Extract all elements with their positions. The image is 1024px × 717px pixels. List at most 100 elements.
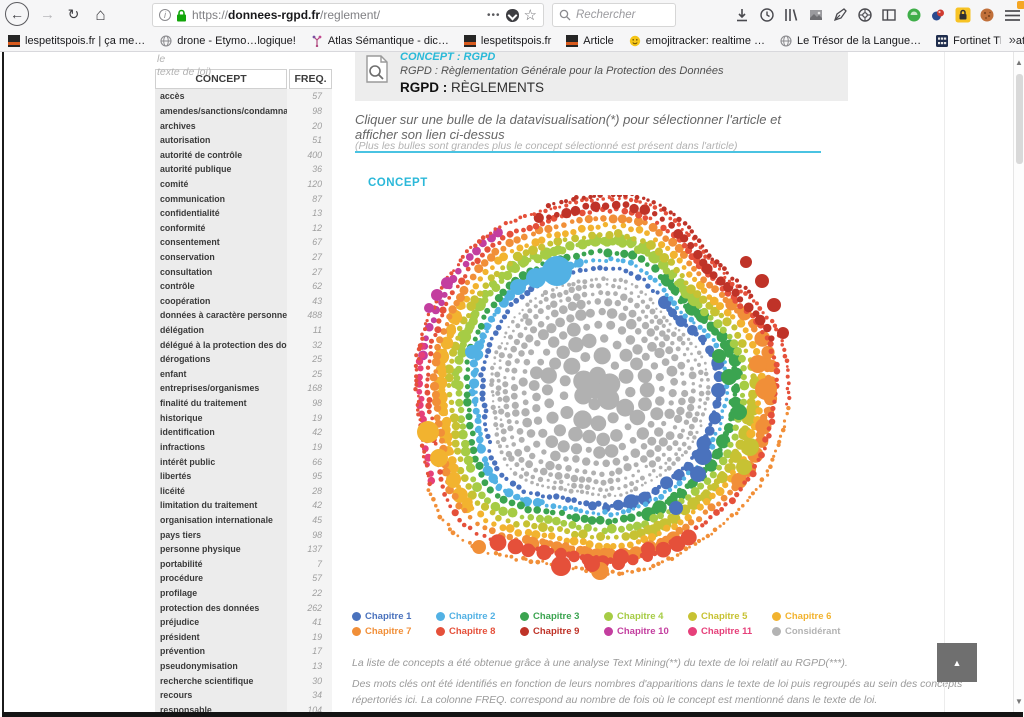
concept-row[interactable]: recours34 <box>155 688 332 703</box>
page-scrollbar[interactable]: ▲ ▼ <box>1013 52 1024 712</box>
ext-cookie-icon[interactable] <box>975 3 999 27</box>
concept-row[interactable]: dérogations25 <box>155 352 332 367</box>
ext-lock-icon[interactable] <box>951 3 975 27</box>
concept-row[interactable]: historique19 <box>155 410 332 425</box>
concept-row[interactable]: personne physique137 <box>155 542 332 557</box>
concept-row[interactable]: délégué à la protection des don…32 <box>155 337 332 352</box>
bookmark-item[interactable]: lespetitspois.fr | ça me… <box>8 35 145 47</box>
concept-label: protection des données <box>155 600 287 615</box>
concept-row[interactable]: coopération43 <box>155 294 332 309</box>
concept-row[interactable]: autorisation51 <box>155 133 332 148</box>
concept-freq: 400 <box>287 147 332 162</box>
concept-row[interactable]: autorité publique36 <box>155 162 332 177</box>
bookmark-item[interactable]: drone - Etymo…logique! <box>160 35 296 47</box>
concept-row[interactable]: pseudonymisation13 <box>155 659 332 674</box>
concept-row[interactable]: accès57 <box>155 89 332 104</box>
concept-freq: 41 <box>287 615 332 630</box>
concept-row[interactable]: pays tiers98 <box>155 527 332 542</box>
site-info-icon[interactable]: i <box>159 9 171 21</box>
concept-label: historique <box>155 410 287 425</box>
bubble-visualization[interactable] <box>381 195 811 585</box>
reload-button[interactable]: ↻ <box>61 2 86 27</box>
concept-freq: 19 <box>287 410 332 425</box>
sidebar-icon[interactable] <box>877 3 901 27</box>
concept-row[interactable]: protection des données262 <box>155 600 332 615</box>
concept-row[interactable]: prévention17 <box>155 644 332 659</box>
concept-row[interactable]: contrôle62 <box>155 279 332 294</box>
bookmark-item[interactable]: emojitracker: realtime … <box>629 35 765 47</box>
ext-green-icon[interactable] <box>902 3 926 27</box>
concept-label: licéité <box>155 483 287 498</box>
menu-icon[interactable] <box>1000 3 1024 27</box>
back-to-top-button[interactable]: ▲ <box>937 643 977 682</box>
concept-freq: 25 <box>287 367 332 382</box>
concept-label: prévention <box>155 644 287 659</box>
concept-row[interactable]: confidentialité13 <box>155 206 332 221</box>
concept-row[interactable]: procédure57 <box>155 571 332 586</box>
concept-row[interactable]: comité120 <box>155 177 332 192</box>
home-button[interactable]: ⌂ <box>88 2 113 27</box>
concept-row[interactable]: conservation27 <box>155 250 332 265</box>
concept-row[interactable]: préjudice41 <box>155 615 332 630</box>
bookmarks-overflow-chevron[interactable]: » <box>1001 32 1016 47</box>
concept-row[interactable]: portabilité7 <box>155 557 332 572</box>
history-icon[interactable] <box>755 3 779 27</box>
concept-row[interactable]: conformité12 <box>155 220 332 235</box>
globe-favicon <box>780 35 792 47</box>
forward-button[interactable]: → <box>35 2 60 27</box>
ext-spheres-icon[interactable] <box>926 3 950 27</box>
back-button[interactable]: ← <box>5 2 29 26</box>
bookmark-item[interactable]: Article <box>566 35 614 47</box>
legend-dot-icon <box>352 627 361 636</box>
legend-item: Chapitre 9 <box>520 624 604 639</box>
concept-row[interactable]: président19 <box>155 630 332 645</box>
viz-concept-label: CONCEPT <box>368 177 428 189</box>
bookmark-item[interactable]: Le Trésor de la Langue… <box>780 35 921 47</box>
browser-chrome: ← → ↻ ⌂ i https://donnees-rgpd.fr/reglem… <box>0 0 1024 52</box>
concept-row[interactable]: données à caractère personnel488 <box>155 308 332 323</box>
concept-label: coopération <box>155 294 287 309</box>
search-bar[interactable]: Rechercher <box>552 3 676 27</box>
page-actions-icon[interactable]: ••• <box>487 10 501 21</box>
download-icon[interactable] <box>730 3 754 27</box>
concept-label: autorisation <box>155 133 287 148</box>
concept-row[interactable]: consentement67 <box>155 235 332 250</box>
chapter-legend: Chapitre 1Chapitre 2Chapitre 3Chapitre 4… <box>352 609 862 639</box>
concept-row[interactable]: intérêt public66 <box>155 454 332 469</box>
pocket-icon[interactable] <box>506 9 519 22</box>
bookmark-star-icon[interactable]: ☆ <box>524 8 537 23</box>
concept-row[interactable]: entreprises/organismes168 <box>155 381 332 396</box>
concept-row[interactable]: amendes/sanctions/condamnati…98 <box>155 104 332 119</box>
bookmark-item[interactable]: Atlas Sémantique - dic… <box>311 35 449 47</box>
concept-row[interactable]: consultation27 <box>155 264 332 279</box>
concept-freq: 62 <box>287 279 332 294</box>
result-concept-link[interactable]: CONCEPT : RGPD <box>400 51 723 63</box>
concept-row[interactable]: délégation11 <box>155 323 332 338</box>
screenshot-icon[interactable] <box>804 3 828 27</box>
concept-row[interactable]: archives20 <box>155 118 332 133</box>
concept-row[interactable]: communication87 <box>155 191 332 206</box>
scrollbar-up-arrow[interactable]: ▲ <box>1014 58 1024 67</box>
scrollbar-thumb[interactable] <box>1016 74 1023 164</box>
concept-row[interactable]: libertés95 <box>155 469 332 484</box>
concept-row[interactable]: recherche scientifique30 <box>155 673 332 688</box>
bookmark-item[interactable]: lespetitspois.fr <box>464 35 551 47</box>
concept-row[interactable]: infractions19 <box>155 440 332 455</box>
url-bar[interactable]: i https://donnees-rgpd.fr/reglement/ •••… <box>152 3 544 27</box>
pen-icon[interactable] <box>828 3 852 27</box>
concept-row[interactable]: limitation du traitement42 <box>155 498 332 513</box>
concept-row[interactable]: identification42 <box>155 425 332 440</box>
concept-row[interactable]: enfant25 <box>155 367 332 382</box>
concept-row[interactable]: licéité28 <box>155 483 332 498</box>
concept-row[interactable]: finalité du traitement98 <box>155 396 332 411</box>
library-icon[interactable] <box>779 3 803 27</box>
concept-row[interactable]: organisation internationale45 <box>155 513 332 528</box>
legend-item: Chapitre 5 <box>688 609 772 624</box>
extensions-icon[interactable] <box>853 3 877 27</box>
concept-label: portabilité <box>155 557 287 572</box>
concept-freq: 7 <box>287 557 332 572</box>
scrollbar-down-arrow[interactable]: ▼ <box>1014 697 1024 706</box>
concept-row[interactable]: profilage22 <box>155 586 332 601</box>
concept-freq: 20 <box>287 118 332 133</box>
concept-row[interactable]: autorité de contrôle400 <box>155 147 332 162</box>
